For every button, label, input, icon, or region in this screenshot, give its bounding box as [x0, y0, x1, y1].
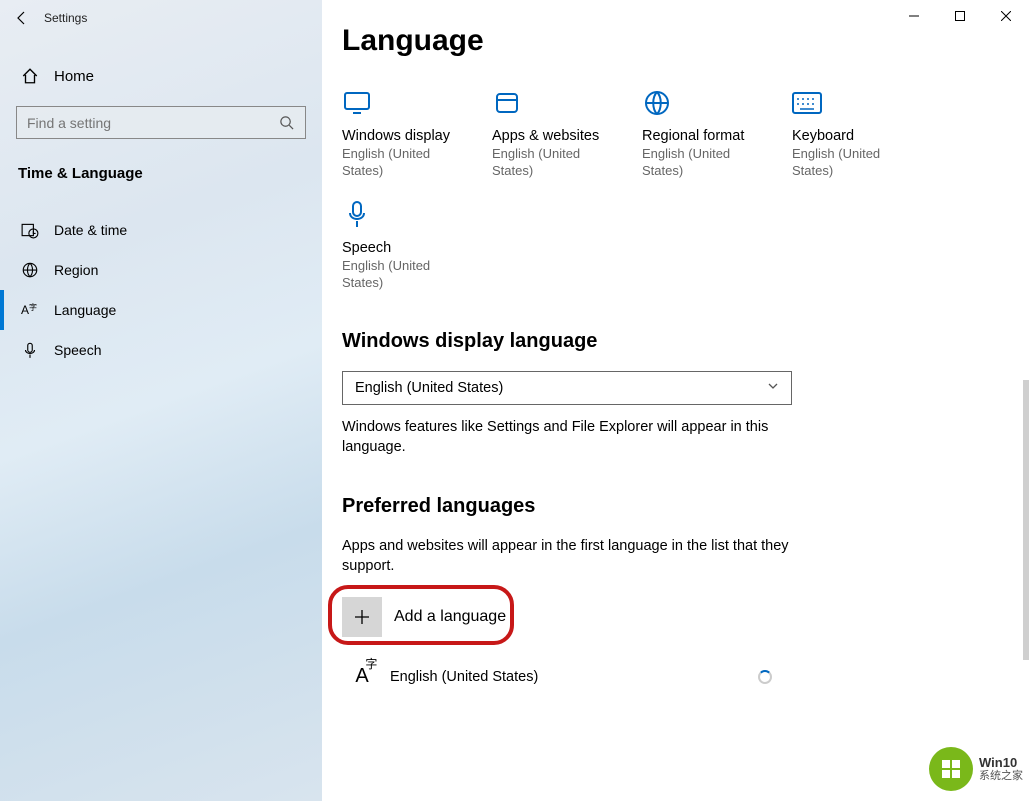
nav-home[interactable]: Home [0, 54, 322, 98]
loading-spinner-icon [758, 670, 772, 684]
watermark: Win10 系统之家 [929, 747, 1023, 791]
language-name: English (United States) [390, 669, 538, 685]
svg-text:字: 字 [29, 302, 37, 312]
tile-value: English (United States) [792, 146, 922, 180]
scrollbar[interactable] [1023, 380, 1029, 660]
watermark-line1: Win10 [979, 756, 1023, 770]
globe-icon [20, 261, 40, 279]
search-input[interactable] [27, 115, 279, 131]
tile-regional-format[interactable]: Regional format English (United States) [642, 88, 792, 180]
tile-apps-websites[interactable]: Apps & websites English (United States) [492, 88, 642, 180]
tile-label: Apps & websites [492, 128, 642, 144]
display-language-help: Windows features like Settings and File … [342, 417, 792, 458]
nav-section-label: Time & Language [0, 153, 322, 190]
display-language-dropdown[interactable]: English (United States) [342, 371, 792, 405]
home-icon [20, 67, 40, 85]
tile-speech[interactable]: Speech English (United States) [342, 200, 492, 292]
tile-label: Regional format [642, 128, 792, 144]
microphone-icon [342, 200, 372, 230]
keyboard-icon [792, 88, 822, 118]
globe-icon [642, 88, 672, 118]
close-button[interactable] [983, 0, 1029, 32]
nav-item-region[interactable]: Region [0, 250, 322, 290]
calendar-clock-icon [20, 221, 40, 239]
section-preferred-languages: Preferred languages [342, 495, 1009, 518]
app-title: Settings [44, 11, 87, 25]
nav-item-label: Region [54, 262, 98, 278]
tile-value: English (United States) [492, 146, 622, 180]
search-icon [279, 115, 295, 131]
language-icon: A字 [20, 301, 40, 319]
tile-value: English (United States) [342, 258, 472, 292]
section-display-language: Windows display language [342, 330, 1009, 353]
tile-keyboard[interactable]: Keyboard English (United States) [792, 88, 942, 180]
nav-home-label: Home [54, 68, 94, 85]
plus-icon [342, 597, 382, 637]
preferred-languages-help: Apps and websites will appear in the fir… [342, 536, 792, 577]
nav-item-date-time[interactable]: Date & time [0, 210, 322, 250]
svg-text:A: A [21, 303, 29, 317]
monitor-icon [342, 88, 372, 118]
nav-item-label: Language [54, 302, 116, 318]
watermark-logo-icon [929, 747, 973, 791]
dropdown-value: English (United States) [355, 380, 503, 396]
add-language-label: Add a language [394, 608, 506, 626]
add-language-button[interactable]: Add a language [342, 595, 792, 639]
minimize-button[interactable] [891, 0, 937, 32]
tile-windows-display[interactable]: Windows display English (United States) [342, 88, 492, 180]
tile-label: Windows display [342, 128, 492, 144]
window-icon [492, 88, 522, 118]
nav-item-speech[interactable]: Speech [0, 330, 322, 370]
language-item[interactable]: A字 English (United States) [342, 653, 792, 701]
tile-value: English (United States) [642, 146, 772, 180]
nav-item-label: Date & time [54, 222, 127, 238]
tile-label: Keyboard [792, 128, 942, 144]
tile-value: English (United States) [342, 146, 472, 180]
search-box[interactable] [16, 106, 306, 139]
microphone-icon [20, 341, 40, 359]
nav-item-language[interactable]: A字 Language [0, 290, 322, 330]
back-button[interactable] [0, 0, 44, 36]
maximize-button[interactable] [937, 0, 983, 32]
chevron-down-icon [767, 380, 779, 396]
language-char-icon: A字 [342, 665, 382, 688]
nav-item-label: Speech [54, 342, 101, 358]
tile-label: Speech [342, 240, 492, 256]
watermark-line2: 系统之家 [979, 770, 1023, 782]
